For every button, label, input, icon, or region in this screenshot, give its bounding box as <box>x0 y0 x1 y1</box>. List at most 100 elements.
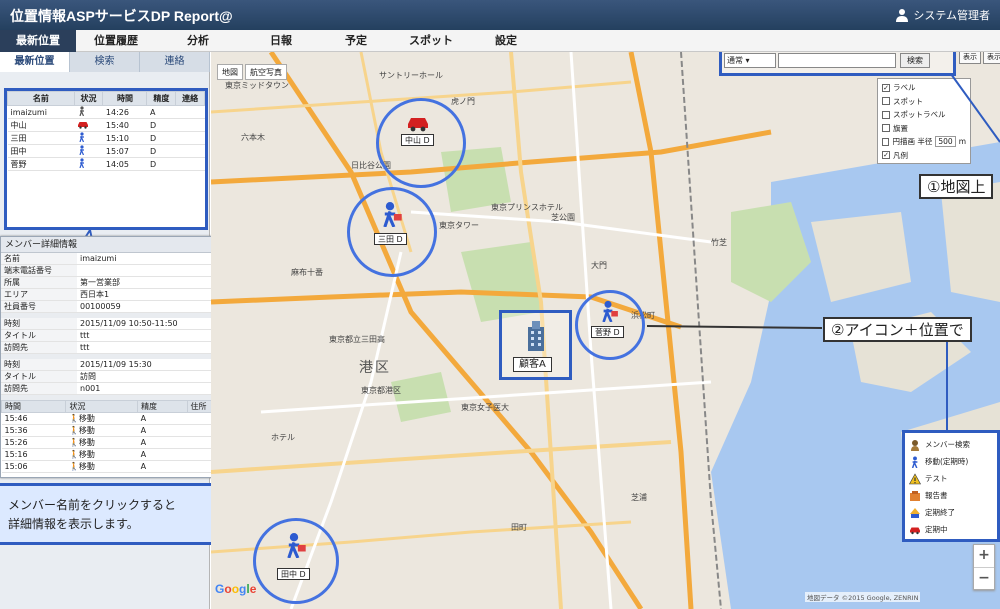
instruction-note: メンバー名前をクリックすると 詳細情報を表示します。 <box>0 483 240 545</box>
map-label: 虎ノ門 <box>451 97 475 106</box>
table-row: 15:26 🚶移動 A <box>1 436 237 449</box>
table-row[interactable]: 田中 15:07 D <box>7 144 205 158</box>
checkbox <box>882 97 890 106</box>
walking-person-icon <box>602 300 618 322</box>
col-name[interactable]: 名前 <box>7 91 75 106</box>
warning-icon <box>909 472 921 484</box>
map-legend: メンバー検索 移動(定期時) テスト 報告書 定期終了 定期中 <box>902 430 1000 542</box>
history-table: 時間 状況 精度 住所 15:46 🚶移動 A 15:36 🚶移動 A 15:26 🚶移動… <box>0 400 238 473</box>
menu-position-history[interactable]: 位置履歴 <box>76 30 156 52</box>
customer-label: 顧客A <box>513 357 552 372</box>
tab-latest[interactable]: 最新位置 <box>0 52 70 72</box>
member-name[interactable]: 中山 <box>7 118 75 132</box>
member-label: 田中 D <box>277 568 310 580</box>
member-detail-panel: メンバー詳細情報 × 名前imaizumi 端末電話番号 所属第一営業部 エリア… <box>0 236 238 478</box>
menu-analysis[interactable]: 分析 <box>156 30 240 52</box>
col-contact[interactable]: 連絡 <box>175 91 205 106</box>
legend-item: 定期中 <box>909 521 993 538</box>
member-label: 三田 D <box>374 233 407 245</box>
detail-title: メンバー詳細情報 <box>5 240 78 250</box>
detail-header: メンバー詳細情報 × <box>1 237 237 253</box>
report-icon <box>910 490 920 501</box>
checkbox <box>882 110 890 119</box>
map-label: 芝浦 <box>631 493 647 502</box>
user-name: システム管理者 <box>913 9 990 22</box>
map-label: 麻布十番 <box>291 268 323 277</box>
menu-daily-report[interactable]: 日報 <box>240 30 322 52</box>
member-name[interactable]: 田中 <box>7 144 75 158</box>
col-time[interactable]: 時間 <box>102 91 148 106</box>
end-icon <box>910 507 920 518</box>
table-row[interactable]: 菅野 14:05 D <box>7 157 205 171</box>
menu-latest-position[interactable]: 最新位置 <box>0 30 76 52</box>
map-type-satellite[interactable]: 航空写真 <box>245 64 287 80</box>
member-list: 名前 状況 時間 精度 連絡 imaizumi 14:26 A 中山 15:40… <box>4 88 208 230</box>
tab-search[interactable]: 検索 <box>70 52 140 72</box>
walking-person-icon <box>79 145 85 156</box>
map-label: 竹芝 <box>711 238 727 247</box>
legend-item: テスト <box>909 470 993 487</box>
schedule-2: 時刻 2015/11/09 15:30 タイトル 訪問 訪問先 n001 <box>1 359 237 395</box>
zoom-in-button[interactable]: + <box>974 545 994 567</box>
note-line-1: メンバー名前をクリックすると <box>8 498 177 512</box>
walking-person-icon <box>287 533 306 558</box>
col-status[interactable]: 状況 <box>73 91 104 106</box>
google-logo: Google <box>215 582 257 596</box>
member-name[interactable]: 菅野 <box>7 157 75 171</box>
member-search-icon <box>911 439 919 451</box>
map-label: 芝公園 <box>551 213 575 222</box>
user-icon <box>896 9 909 22</box>
map-label: 港区 <box>359 360 391 376</box>
walking-person-icon: 🚶 <box>68 438 79 447</box>
map-label: 大門 <box>591 261 607 270</box>
map-label: 東京タワー <box>439 221 479 230</box>
member-name[interactable]: imaizumi <box>7 105 75 119</box>
checkbox-checked: ✓ <box>882 83 890 92</box>
menu-schedule[interactable]: 予定 <box>322 30 390 52</box>
display-button-2[interactable]: 表示 <box>983 52 1000 64</box>
note-line-2: 詳細情報を表示します。 <box>8 517 139 531</box>
address-search-input[interactable] <box>778 53 896 68</box>
user-menu[interactable]: システム管理者 <box>895 7 990 23</box>
table-row: 15:16 🚶移動 A <box>1 448 237 461</box>
map-type-map[interactable]: 地図 <box>217 64 243 80</box>
checkbox-checked: ✓ <box>882 151 890 160</box>
search-button[interactable]: 検索 <box>900 53 930 68</box>
map-search-bar: 通常 ▾ 検索 <box>719 52 956 76</box>
app-title: 位置情報ASPサービスDP Report@ <box>10 8 233 24</box>
tab-contact[interactable]: 連絡 <box>140 52 210 72</box>
display-button-1[interactable]: 表示 <box>959 52 981 64</box>
customer-marker[interactable]: 顧客A <box>499 310 572 380</box>
member-name[interactable]: 三田 <box>7 131 75 145</box>
table-row[interactable]: 三田 15:10 D <box>7 131 205 145</box>
walking-person-icon <box>911 455 918 468</box>
search-mode-select[interactable]: 通常 ▾ <box>724 53 776 68</box>
col-accuracy[interactable]: 精度 <box>146 91 177 106</box>
menu-spot[interactable]: スポット <box>390 30 472 52</box>
walking-person-icon: 🚶 <box>68 450 79 459</box>
menu-settings[interactable]: 設定 <box>472 30 540 52</box>
zoom-control: + − <box>973 544 995 590</box>
walking-person-icon <box>79 132 85 143</box>
map-view[interactable]: 地図 航空写真 港区 サントリーホール 虎ノ門 東京タワー 東京プリンスホテル … <box>211 52 1000 609</box>
car-icon <box>910 527 920 534</box>
map-label: 六本木 <box>241 133 265 142</box>
walking-person-icon <box>79 106 85 117</box>
table-row: 15:36 🚶移動 A <box>1 424 237 437</box>
schedule-1: 時刻 2015/11/09 10:50-11:50 タイトル ttt 訪問先 ttt <box>1 318 237 354</box>
main-menu: 最新位置 位置履歴 分析 日報 予定 スポット 設定 <box>0 30 1000 52</box>
map-label: 東京ミッドタウン <box>225 81 289 90</box>
checkbox <box>882 137 890 146</box>
building-icon <box>528 321 544 351</box>
table-row[interactable]: imaizumi 14:26 A <box>7 105 205 119</box>
sub-tabs: 最新位置 検索 連絡 <box>0 52 210 72</box>
zoom-out-button[interactable]: − <box>974 567 994 589</box>
car-icon <box>78 121 89 129</box>
chevron-down-icon: ▾ <box>745 56 750 65</box>
map-label: 東京都立三田高 <box>329 335 385 344</box>
map-label: 東京都港区 <box>361 386 401 395</box>
map-label: ホテル <box>271 433 295 442</box>
table-row[interactable]: 中山 15:40 D <box>7 118 205 132</box>
legend-item: メンバー検索 <box>909 436 993 453</box>
walking-person-icon <box>79 158 85 169</box>
